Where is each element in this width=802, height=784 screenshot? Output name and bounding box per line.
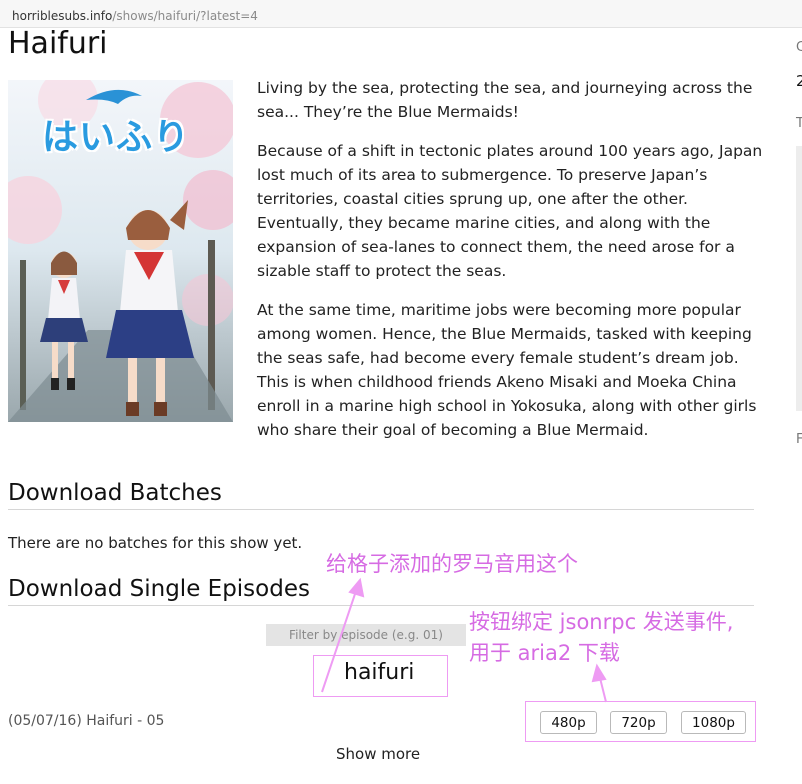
poster-logo: はいふり: [42, 117, 191, 158]
show-synopsis: Living by the sea, protecting the sea, a…: [257, 76, 767, 457]
synopsis-paragraph: Living by the sea, protecting the sea, a…: [257, 79, 753, 121]
no-batches-text: There are no batches for this show yet.: [8, 534, 303, 552]
synopsis-paragraph: Because of a shift in tectonic plates ar…: [257, 142, 763, 280]
annotation-button-note-1: 按钮绑定 jsonrpc 发送事件,: [469, 610, 734, 634]
sidebar-char: F: [796, 432, 802, 447]
batches-heading: Download Batches: [8, 480, 222, 506]
sidebar-char: C: [796, 40, 802, 55]
arrow-head-icon: [348, 577, 365, 598]
episode-filter-input[interactable]: [266, 624, 466, 646]
batches-divider: [8, 509, 754, 510]
arrow-head-icon: [591, 663, 607, 683]
page-title: Haifuri: [8, 26, 108, 61]
sidebar-char: 2: [796, 72, 802, 90]
show-more-link[interactable]: Show more: [336, 745, 420, 763]
address-bar[interactable]: horriblesubs.info/shows/haifuri/?latest=…: [0, 0, 802, 28]
sidebar-fragment: C 2 T F: [790, 28, 802, 628]
annotation-buttons-box: [525, 701, 756, 742]
url-path: /shows/haifuri/?latest=4: [112, 9, 258, 23]
sidebar-panel: [796, 146, 802, 411]
arrow-to-button-note: [598, 673, 607, 703]
annotation-romaji-box: haifuri: [313, 655, 448, 697]
sidebar-char: T: [796, 116, 802, 131]
episode-row-label[interactable]: (05/07/16) Haifuri - 05: [8, 713, 164, 729]
episodes-heading: Download Single Episodes: [8, 576, 310, 602]
annotation-grid-note: 给格子添加的罗马音用这个: [326, 552, 578, 576]
show-poster: はいふり: [8, 80, 233, 422]
url-host: horriblesubs.info: [12, 9, 113, 23]
annotation-button-note-2: 用于 aria2 下载: [469, 641, 620, 665]
synopsis-paragraph: At the same time, maritime jobs were bec…: [257, 301, 757, 439]
annotation-romaji-value: haifuri: [344, 660, 415, 685]
